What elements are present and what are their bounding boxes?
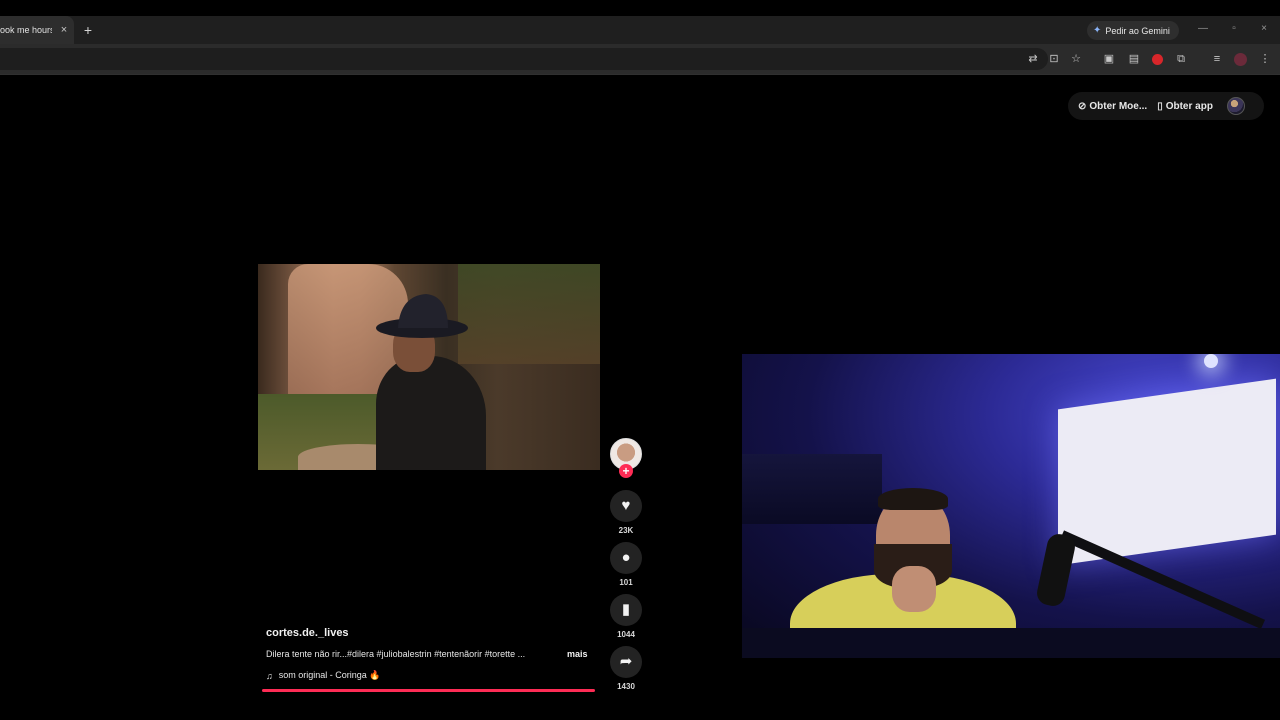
comment-icon: ● xyxy=(621,549,631,566)
get-app-label: Obter app xyxy=(1165,100,1213,112)
music-note-icon: ♫ xyxy=(266,670,273,681)
page-divider xyxy=(0,74,1280,75)
user-avatar[interactable] xyxy=(1226,97,1245,115)
extensions-puzzle-icon[interactable]: ⧉ xyxy=(1174,52,1188,66)
bookmark-star-icon[interactable]: ☆ xyxy=(1069,52,1083,66)
music-row[interactable]: ♫ som original - Coringa 🔥 xyxy=(266,670,381,681)
browser-tab[interactable]: ook me hours × xyxy=(0,16,74,44)
coin-icon: ⊘ xyxy=(1078,100,1087,112)
tab-close-icon[interactable]: × xyxy=(58,23,70,37)
install-app-icon[interactable]: ⊡ xyxy=(1047,52,1061,66)
phone-icon: ▯ xyxy=(1157,100,1163,112)
music-title: som original - Coringa 🔥 xyxy=(278,670,381,680)
heart-icon: ♥ xyxy=(621,497,631,514)
gemini-button[interactable]: ✦ Pedir ao Gemini xyxy=(1087,21,1179,40)
tab-title: ook me hours xyxy=(0,25,52,35)
browser-tabbar: ook me hours × + ✦ Pedir ao Gemini — ▫ × xyxy=(0,16,1280,44)
get-coins-label: Obter Moe... xyxy=(1089,100,1148,112)
webcam-desk xyxy=(742,628,1280,658)
translate-icon[interactable]: ⇄ xyxy=(1026,52,1040,66)
profile-avatar-icon[interactable] xyxy=(1234,53,1247,66)
gemini-icon: ✦ xyxy=(1093,25,1102,36)
gemini-button-label: Pedir ao Gemini xyxy=(1105,25,1170,36)
webcam-backdrop-screen xyxy=(1058,378,1276,566)
extension-red-icon[interactable] xyxy=(1152,54,1163,65)
comment-button[interactable]: ● xyxy=(610,542,642,574)
creator-username[interactable]: cortes.de._lives xyxy=(266,627,596,639)
video-caption: cortes.de._lives Dilera tente não rir...… xyxy=(266,627,596,681)
video-scene-hat xyxy=(376,294,468,338)
save-button[interactable]: ▮ xyxy=(610,594,642,626)
webcam-person-hand xyxy=(892,566,936,612)
close-window-button[interactable]: × xyxy=(1257,22,1271,36)
header-actions: ⊘ Obter Moe... ▯ Obter app xyxy=(1068,93,1245,119)
webcam-person-hair xyxy=(878,488,948,510)
webcam-overlay xyxy=(742,354,1280,658)
comment-count: 101 xyxy=(619,578,633,587)
browser-menu-icon[interactable]: ⋮ xyxy=(1258,52,1272,66)
webcam-ceiling-light xyxy=(1204,354,1218,368)
browser-toolbar: ⇄ ⊡ ☆ ▣ ▤ ⧉ ≡ ⋮ xyxy=(0,44,1280,74)
video-player[interactable] xyxy=(258,264,600,470)
like-button[interactable]: ♥ xyxy=(610,490,642,522)
description-text: Dilera tente não rir...#dilera #juliobal… xyxy=(266,649,526,659)
video-progress-bar[interactable] xyxy=(262,689,595,692)
bookmark-icon: ▮ xyxy=(621,601,631,618)
video-scene-trees xyxy=(458,264,600,364)
minimize-button[interactable]: — xyxy=(1196,22,1210,36)
video-description: Dilera tente não rir...#dilera #juliobal… xyxy=(266,649,596,659)
extension-icon-2[interactable]: ▤ xyxy=(1127,52,1141,66)
extension-icon[interactable]: ▣ xyxy=(1102,52,1116,66)
get-coins-button[interactable]: ⊘ Obter Moe... xyxy=(1078,101,1147,112)
new-tab-button[interactable]: + xyxy=(81,22,95,38)
follow-plus-icon[interactable]: + xyxy=(619,464,633,478)
share-count: 1430 xyxy=(617,682,635,691)
window-top-strip xyxy=(0,0,1280,16)
get-app-button[interactable]: ▯ Obter app xyxy=(1157,101,1213,112)
like-count: 23K xyxy=(618,526,634,535)
share-icon: ➦ xyxy=(619,653,633,670)
webcam-microphone xyxy=(1034,531,1078,609)
media-controls-icon[interactable]: ≡ xyxy=(1210,52,1224,66)
save-count: 1044 xyxy=(617,630,635,639)
webcam-shelf xyxy=(742,454,882,524)
restore-button[interactable]: ▫ xyxy=(1227,22,1241,36)
video-scene-figure-body xyxy=(376,356,486,470)
address-bar[interactable] xyxy=(0,48,1048,70)
share-button[interactable]: ➦ xyxy=(610,646,642,678)
more-link[interactable]: mais xyxy=(567,649,588,659)
